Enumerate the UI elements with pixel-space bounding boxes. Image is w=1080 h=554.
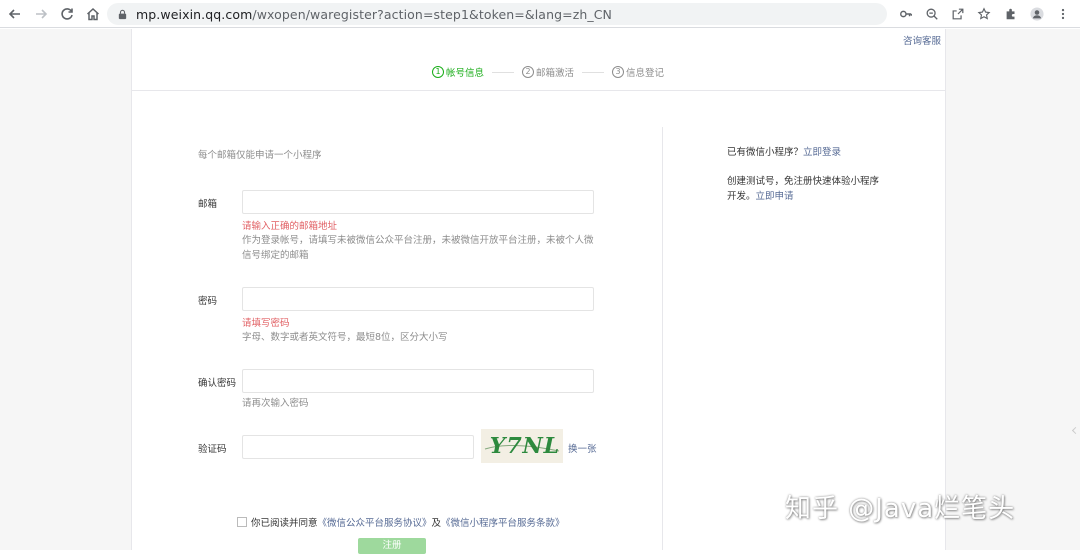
confirm-password-hint: 请再次输入密码 (242, 398, 309, 409)
captcha-image[interactable]: Y7NL (481, 429, 563, 463)
star-icon (977, 7, 991, 20)
step-2-number: 2 (522, 66, 535, 78)
email-field[interactable] (242, 190, 594, 214)
step-3: 3 信息登记 (612, 65, 664, 79)
zoom-button[interactable] (919, 3, 945, 25)
arrow-right-icon (36, 8, 48, 19)
customer-service-link[interactable]: 咨询客服 (903, 33, 941, 47)
password-field[interactable] (242, 287, 594, 311)
bookmark-button[interactable] (971, 3, 997, 25)
column-divider (662, 127, 663, 550)
step-2-label: 邮箱激活 (536, 68, 575, 79)
address-bar[interactable]: mp.weixin.qq.com/wxopen/waregister?actio… (107, 3, 887, 25)
reload-button[interactable] (54, 1, 80, 27)
agreement-row: 你已阅读并同意 《微信公众平台服务协议》 及 《微信小程序平台服务条款》 (237, 515, 565, 529)
captcha-refresh-link[interactable]: 换一张 (568, 441, 597, 455)
register-button[interactable]: 注册 (358, 538, 426, 554)
password-label: 密码 (198, 296, 218, 307)
profile-button[interactable] (1024, 3, 1050, 25)
apply-link[interactable]: 立即申请 (756, 191, 794, 202)
home-icon (86, 7, 100, 20)
lock-icon (117, 9, 128, 20)
login-link[interactable]: 立即登录 (803, 147, 841, 158)
zoom-icon (926, 8, 938, 20)
reload-icon (61, 7, 73, 20)
test-account-prompt: 创建测试号，免注册快速体验小程序开发。立即申请 (727, 174, 885, 204)
url-path: /wxopen/waregister?action=step1&token=&l… (252, 6, 613, 22)
menu-button[interactable] (1050, 3, 1076, 25)
platform-terms-link[interactable]: 《微信小程序平台服务条款》 (441, 515, 565, 529)
key-icon (900, 10, 912, 18)
step-indicator: 1 帐号信息 2 邮箱激活 3 信息登记 (432, 65, 664, 79)
avatar-icon (1030, 7, 1044, 21)
confirm-password-field[interactable] (242, 369, 594, 393)
password-key-button[interactable] (893, 3, 919, 25)
kebab-menu-icon (1061, 8, 1065, 20)
captcha-field[interactable] (242, 435, 474, 459)
arrow-left-icon (8, 8, 20, 19)
watermark: 知乎 @Java烂笔头 (785, 494, 1016, 524)
step-1-label: 帐号信息 (446, 68, 485, 79)
password-hint: 字母、数字或者英文符号，最短8位，区分大小写 (242, 332, 448, 343)
login-prompt: 已有微信小程序？立即登录 (727, 145, 887, 160)
step-3-number: 3 (612, 66, 625, 78)
agreement-middle: 及 (431, 518, 442, 529)
extensions-button[interactable] (998, 3, 1024, 25)
step-separator (492, 71, 515, 73)
puzzle-icon (1006, 8, 1015, 20)
share-button[interactable] (945, 3, 971, 25)
email-hint: 作为登录帐号，请填写未被微信公众平台注册，未被微信开放平台注册，未被个人微信号绑… (242, 235, 594, 261)
url-text: mp.weixin.qq.com/wxopen/waregister?actio… (136, 7, 612, 22)
step-2: 2 邮箱激活 (522, 65, 574, 79)
header-divider (131, 90, 946, 91)
captcha-label: 验证码 (198, 444, 227, 455)
step-separator (582, 71, 605, 73)
confirm-password-label: 确认密码 (198, 378, 237, 389)
test-account-text: 创建测试号，免注册快速体验小程序开发。 (727, 176, 880, 202)
step-3-label: 信息登记 (626, 68, 665, 79)
share-icon (952, 8, 964, 20)
login-prompt-text: 已有微信小程序？ (727, 147, 804, 158)
url-host: mp.weixin.qq.com (136, 6, 253, 22)
browser-toolbar: mp.weixin.qq.com/wxopen/waregister?actio… (0, 0, 1080, 28)
step-1-number: 1 (432, 66, 444, 78)
password-error: 请填写密码 (242, 318, 290, 329)
step-1: 1 帐号信息 (432, 65, 484, 79)
agree-checkbox[interactable] (237, 517, 247, 527)
email-label: 邮箱 (198, 199, 218, 210)
agreement-prefix: 你已阅读并同意 (251, 518, 318, 529)
back-button[interactable] (2, 1, 28, 27)
service-agreement-link[interactable]: 《微信公众平台服务协议》 (318, 515, 432, 529)
form-tip: 每个邮箱仅能申请一个小程序 (198, 150, 322, 161)
email-error: 请输入正确的邮箱地址 (242, 221, 338, 232)
home-button[interactable] (80, 1, 106, 27)
forward-button[interactable] (28, 1, 54, 27)
